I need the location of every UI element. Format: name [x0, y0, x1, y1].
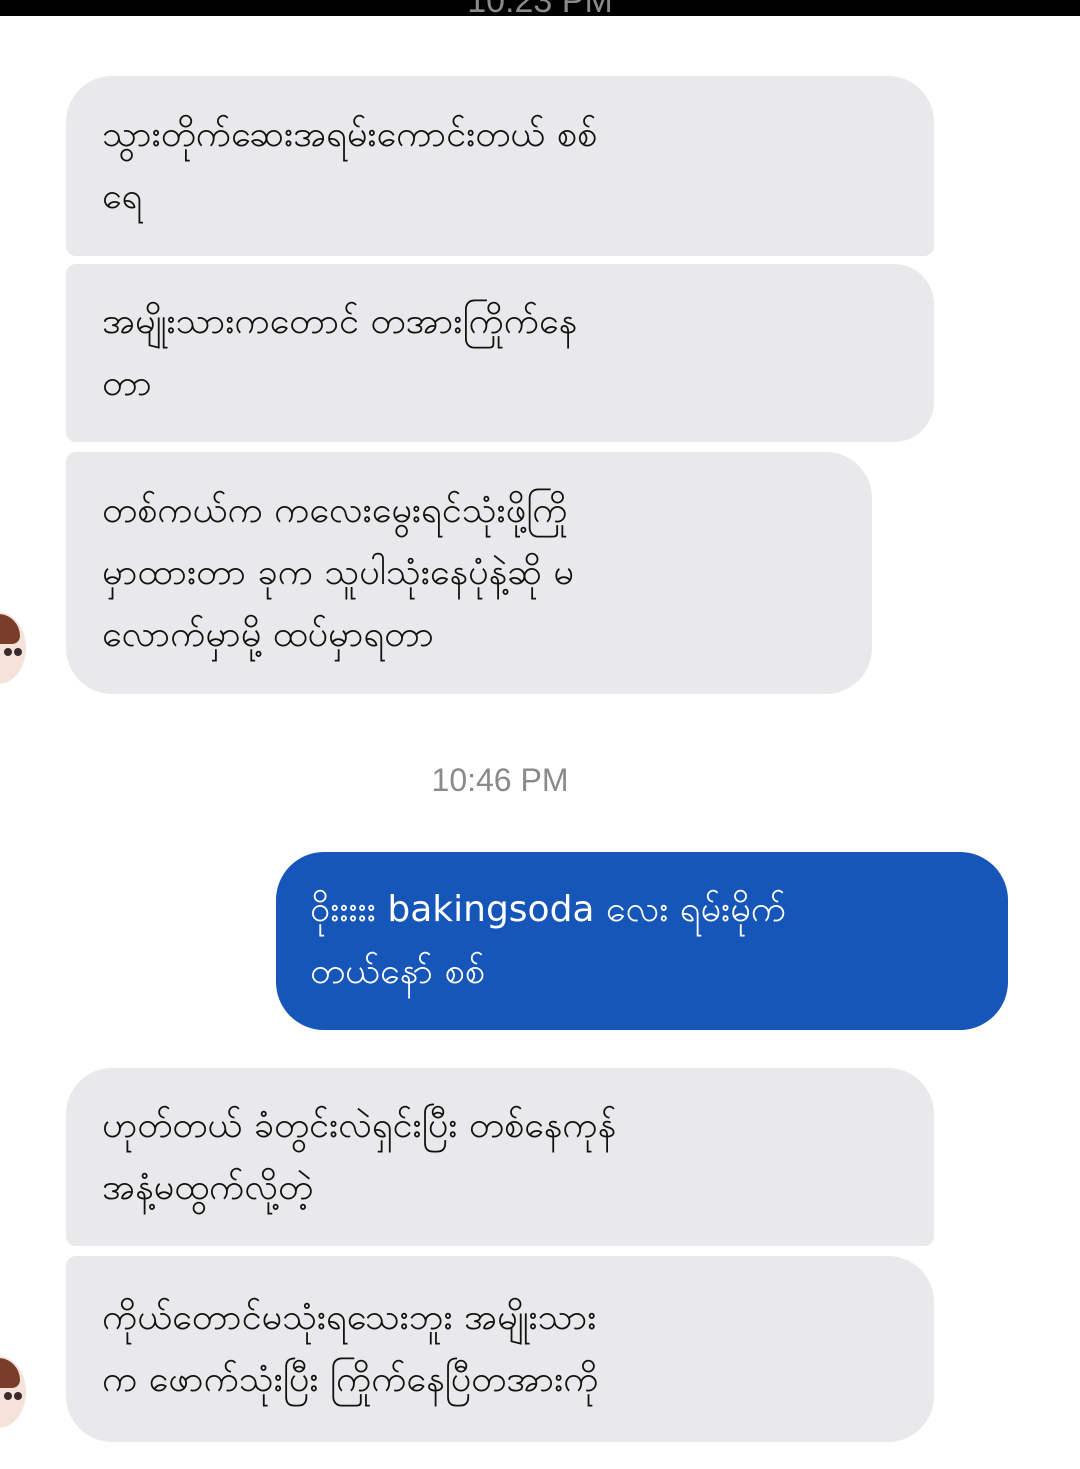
timestamp-partial-text: 10:23 PM: [380, 0, 700, 18]
sent-message-bubble[interactable]: ဝိုးးးးး bakingsoda လေး ရမ်းမိုက် တယ်နော…: [276, 852, 1008, 1030]
received-message-bubble[interactable]: ဟုတ်တယ် ခံတွင်းလဲရှင်းပြီး တစ်နေကုန် အနံ…: [66, 1068, 934, 1246]
avatar-eye: [14, 1392, 22, 1400]
message-text: တစ်ကယ်က ကလေးမွေးရင်သုံးဖို့ကြို မှာထားတာ…: [102, 490, 574, 655]
message-text: အမျိုးသားကတောင် တအားကြိုက်နေ တာ: [102, 301, 578, 404]
avatar-hair: [0, 1358, 20, 1388]
avatar-eye: [4, 1392, 12, 1400]
timestamp-partial: 10:23 PM: [380, 0, 700, 18]
message-text: ကိုယ်တောင်မသုံးရသေးဘူး အမျိုးသား က ဖောက်…: [102, 1297, 599, 1400]
received-message-bubble[interactable]: အမျိုးသားကတောင် တအားကြိုက်နေ တာ: [66, 264, 934, 442]
message-text: ဝိုးးးးး bakingsoda လေး ရမ်းမိုက် တယ်နော…: [310, 889, 786, 992]
contact-avatar[interactable]: [0, 1356, 26, 1428]
avatar-eye: [4, 648, 12, 656]
contact-avatar[interactable]: [0, 612, 26, 684]
received-message-bubble[interactable]: သွားတိုက်ဆေးအရမ်းကောင်းတယ် စစ် ရေ: [66, 76, 934, 256]
message-text: သွားတိုက်ဆေးအရမ်းကောင်းတယ် စစ် ရေ: [102, 114, 598, 217]
message-text: ဟုတ်တယ် ခံတွင်းလဲရှင်းပြီး တစ်နေကုန် အနံ…: [102, 1105, 617, 1208]
message-timestamp: 10:46 PM: [431, 762, 569, 798]
received-message-bubble[interactable]: တစ်ကယ်က ကလေးမွေးရင်သုံးဖို့ကြို မှာထားတာ…: [66, 452, 872, 694]
avatar-eye: [14, 648, 22, 656]
received-message-bubble[interactable]: ကိုယ်တောင်မသုံးရသေးဘူး အမျိုးသား က ဖောက်…: [66, 1256, 934, 1442]
avatar-hair: [0, 614, 20, 644]
